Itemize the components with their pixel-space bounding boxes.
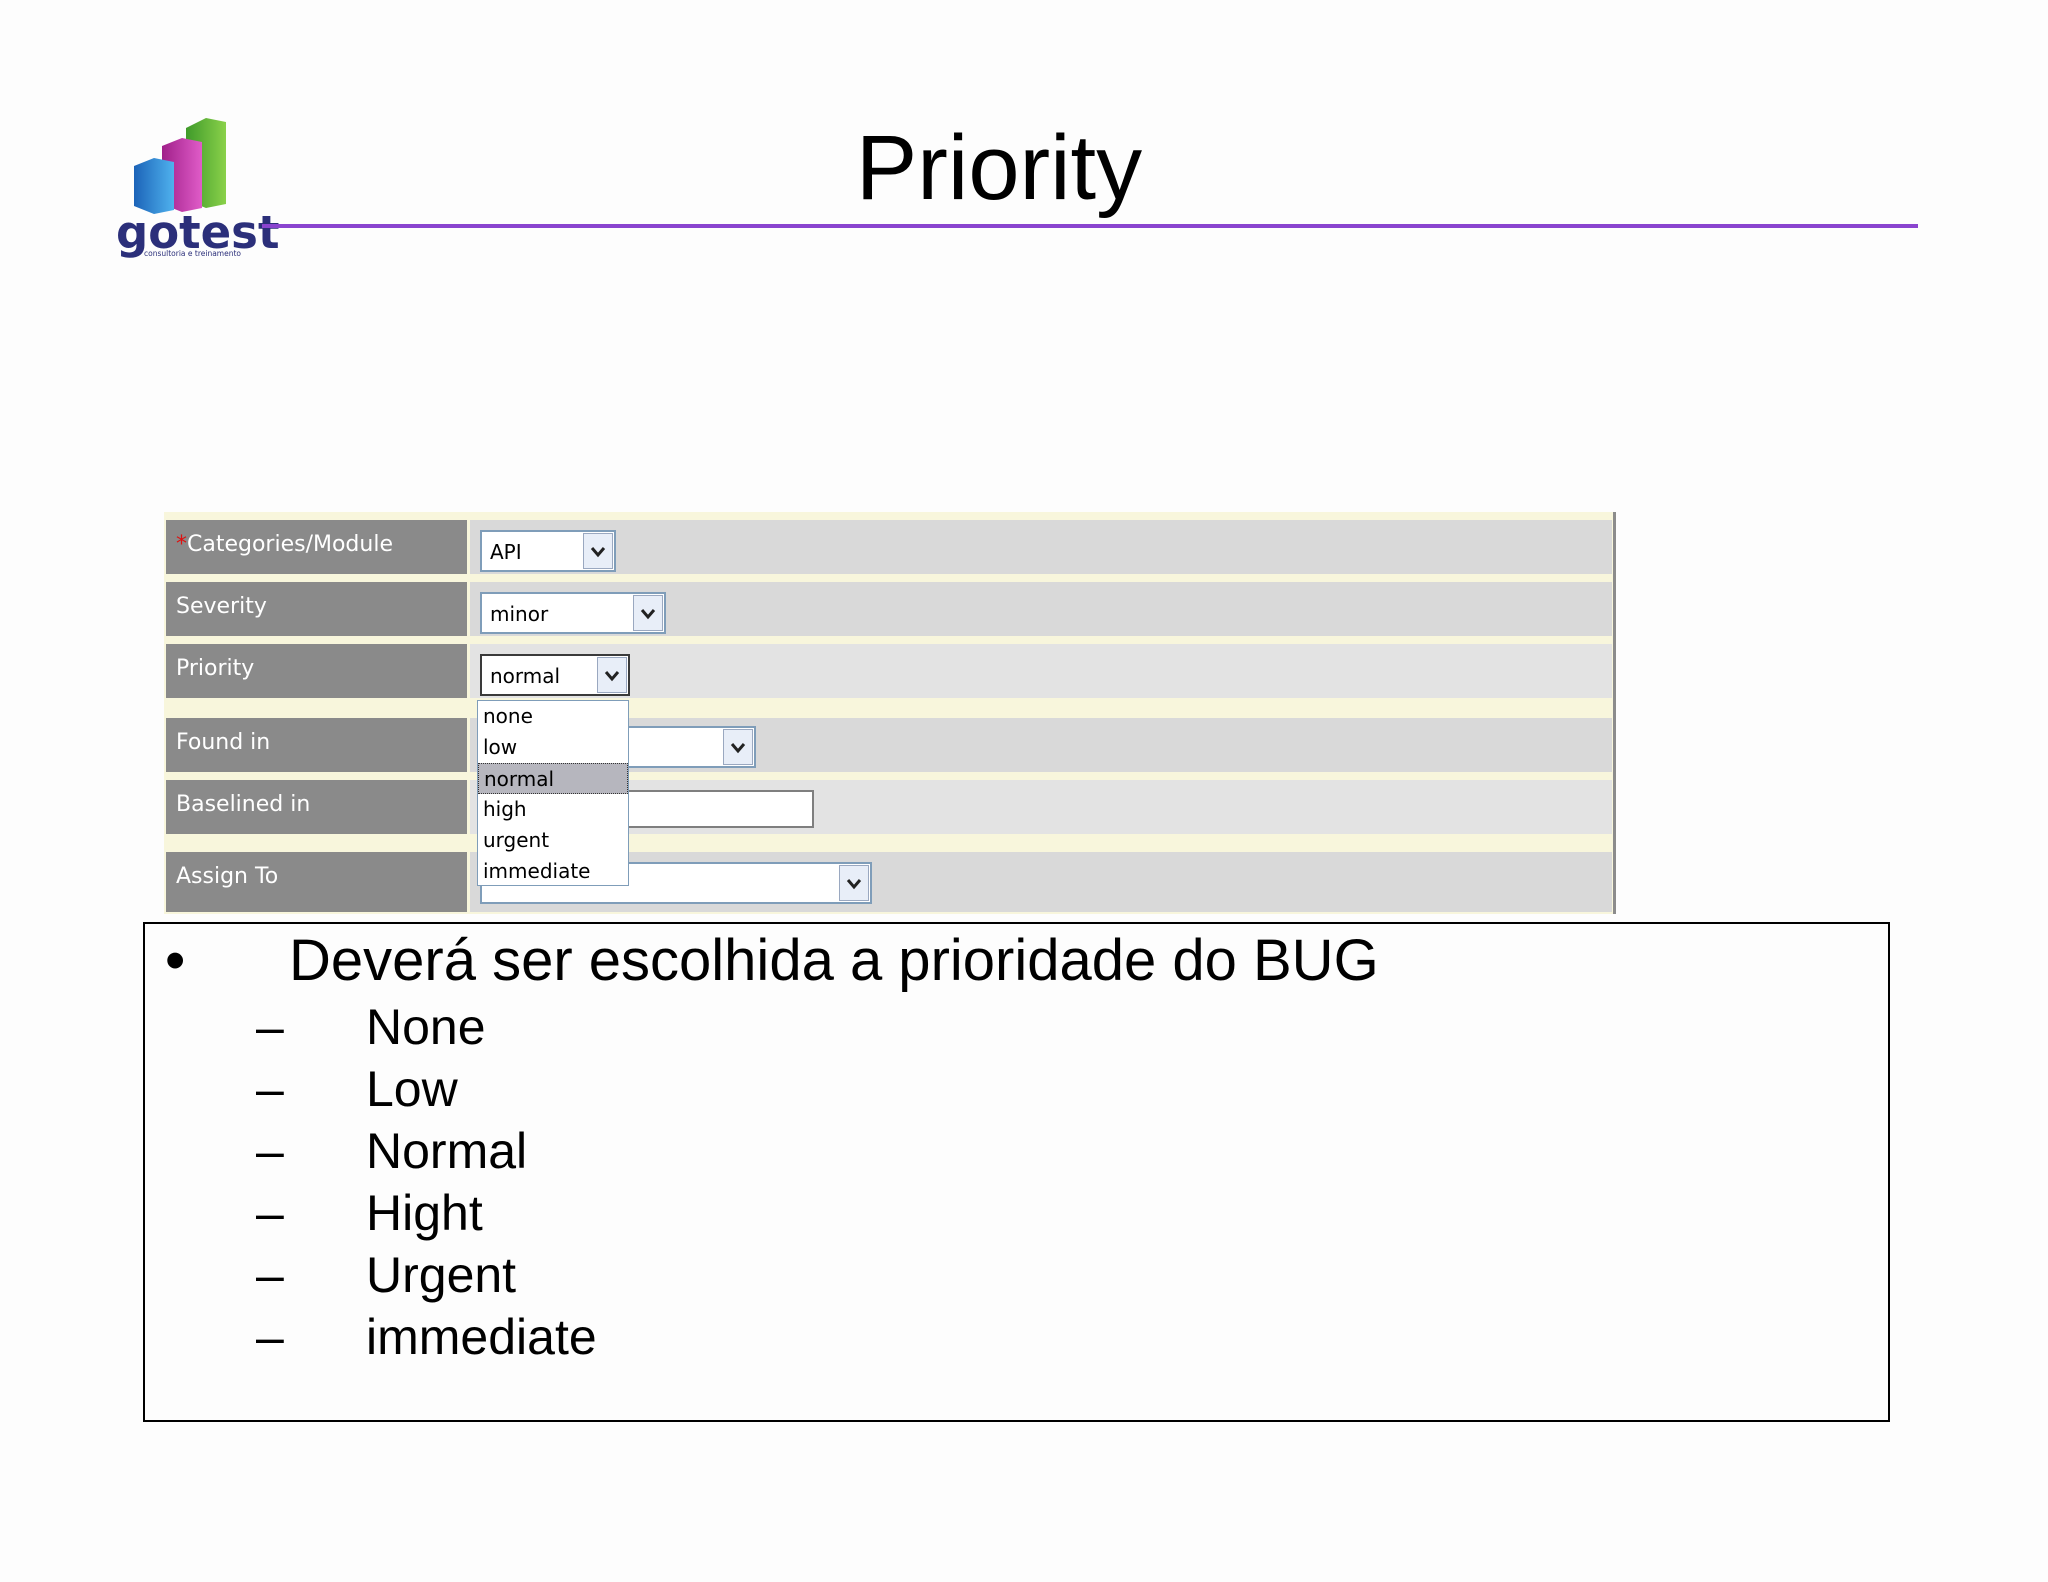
field-value-found-in: [470, 718, 1612, 772]
form-row-categories: *Categories/Module API: [166, 520, 1614, 574]
categories-select-value: API: [490, 540, 522, 564]
field-label-categories: *Categories/Module: [166, 520, 467, 574]
field-label-baselined-in: Baselined in: [166, 780, 467, 834]
slide-title: Priority: [0, 122, 2048, 214]
chevron-down-icon[interactable]: [633, 595, 663, 631]
chevron-down-icon[interactable]: [839, 865, 869, 901]
notes-item: immediate: [366, 1309, 597, 1365]
notes-item: None: [366, 999, 486, 1055]
field-value-categories: API: [470, 520, 1612, 574]
notes-item: Normal: [366, 1123, 528, 1179]
priority-dropdown-list: none low normal high urgent immediate: [477, 700, 629, 886]
field-label-found-in: Found in: [166, 718, 467, 772]
dash-marker: –: [256, 1185, 284, 1241]
priority-option[interactable]: immediate: [478, 856, 628, 887]
bug-form-screenshot: *Categories/Module API Severity minor Pr…: [164, 512, 1616, 914]
priority-option[interactable]: low: [478, 732, 628, 763]
notes-item: Urgent: [366, 1247, 517, 1303]
form-row-priority: Priority normal: [166, 644, 1614, 698]
chevron-down-icon[interactable]: [723, 729, 753, 765]
dash-marker: –: [256, 1247, 284, 1303]
priority-option[interactable]: none: [478, 701, 628, 732]
categories-select[interactable]: API: [480, 530, 616, 572]
bullet-marker: •: [165, 928, 186, 993]
priority-select[interactable]: normal: [480, 654, 630, 696]
field-value-assign-to: [470, 852, 1612, 912]
form-row-severity: Severity minor: [166, 582, 1614, 636]
title-divider: [262, 224, 1918, 228]
priority-option-selected[interactable]: normal: [478, 763, 628, 794]
notes-item: Hight: [366, 1185, 483, 1241]
field-value-priority: normal: [470, 644, 1612, 698]
chevron-down-icon[interactable]: [583, 533, 613, 569]
field-value-severity: minor: [470, 582, 1612, 636]
dash-marker: –: [256, 1309, 284, 1365]
notes-heading: Deverá ser escolhida a prioridade do BUG: [289, 928, 1379, 993]
logo-tagline: consultoria e treinamento: [144, 249, 241, 258]
field-label-priority: Priority: [166, 644, 467, 698]
dash-marker: –: [256, 1061, 284, 1117]
severity-select-value: minor: [490, 602, 549, 626]
dash-marker: –: [256, 999, 284, 1055]
field-label-assign-to: Assign To: [166, 852, 467, 912]
notes-item: Low: [366, 1061, 458, 1117]
priority-option[interactable]: high: [478, 794, 628, 825]
form-row-assign-to: Assign To: [166, 852, 1614, 912]
required-mark: *: [176, 532, 187, 557]
slide-title-text: Priority: [855, 117, 1143, 219]
form-row-found-in: Found in: [166, 718, 1614, 772]
form-row-baselined-in: Baselined in: [166, 780, 1614, 834]
severity-select[interactable]: minor: [480, 592, 666, 634]
priority-select-value: normal: [490, 664, 561, 688]
chevron-down-icon[interactable]: [597, 657, 627, 693]
field-value-baselined-in: [470, 780, 1612, 834]
priority-option[interactable]: urgent: [478, 825, 628, 856]
field-label-severity: Severity: [166, 582, 467, 636]
dash-marker: –: [256, 1123, 284, 1179]
field-label-categories-text: Categories/Module: [187, 532, 393, 557]
